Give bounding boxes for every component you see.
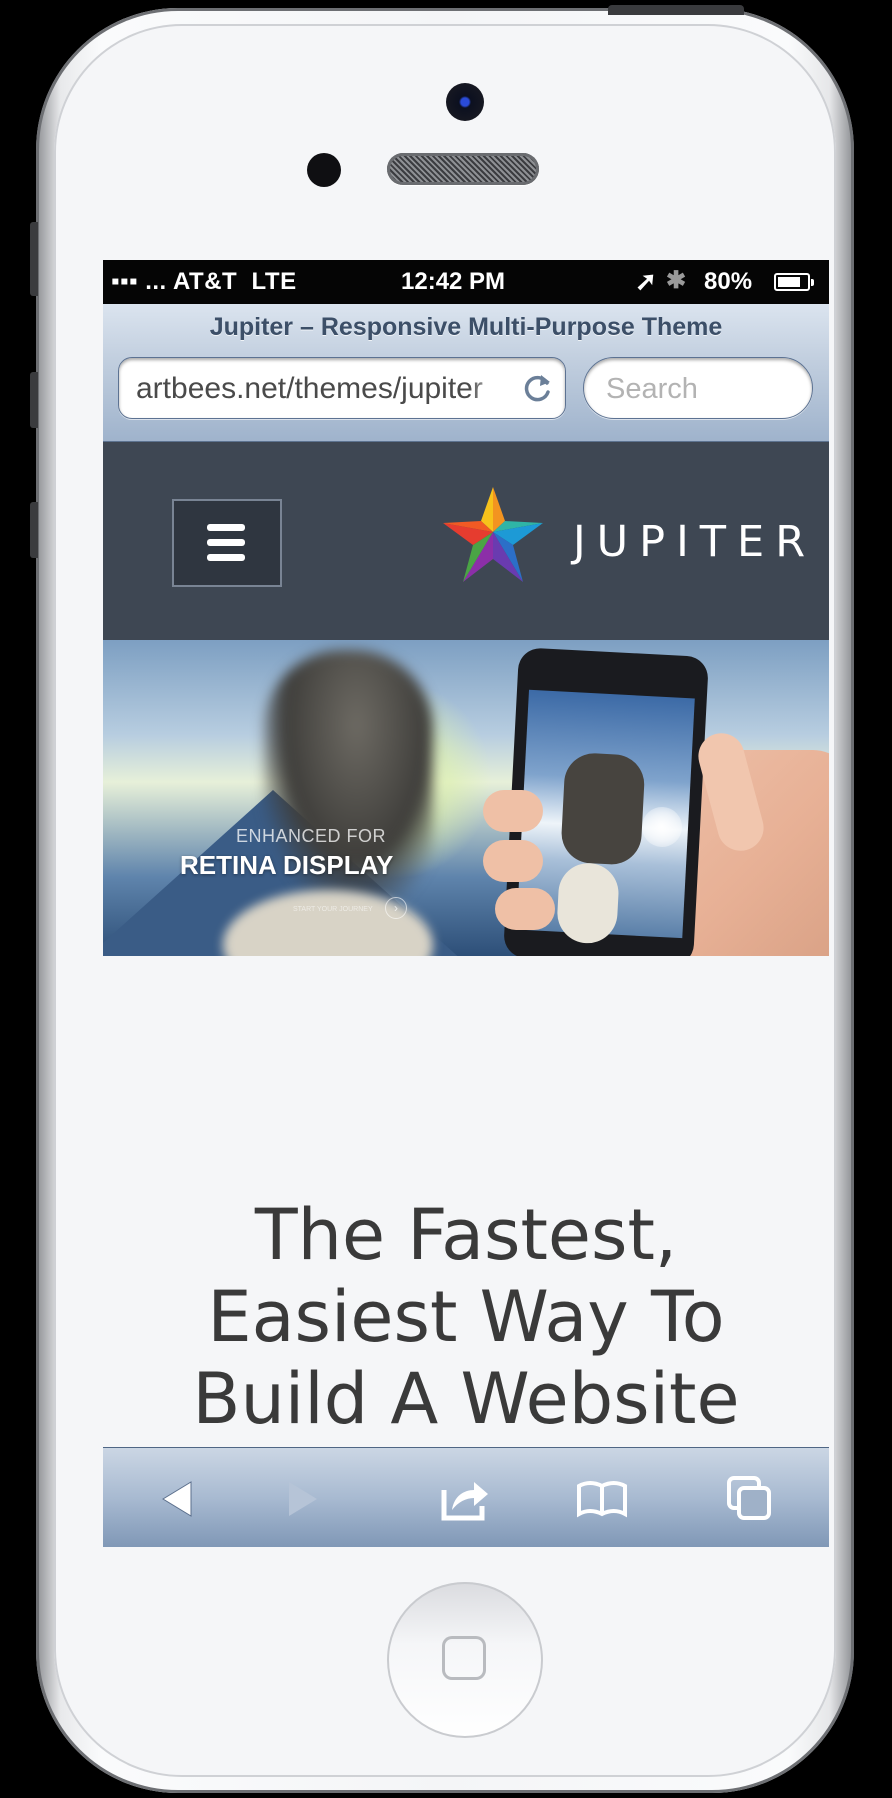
- headline-line-1: The Fastest,: [254, 1194, 678, 1276]
- jupiter-star-logo-icon[interactable]: [443, 487, 543, 582]
- back-icon[interactable]: [151, 1472, 205, 1526]
- hero-mini-snowboard: [555, 861, 620, 945]
- search-placeholder: Search: [606, 373, 698, 405]
- carrier-info: ▪▪▪ ... AT&T LTE: [111, 268, 297, 296]
- battery-icon: [774, 273, 814, 291]
- share-icon[interactable]: [438, 1472, 492, 1526]
- battery-fill: [778, 277, 801, 287]
- page-title: Jupiter – Responsive Multi-Purpose Theme: [209, 313, 723, 341]
- logo-text[interactable]: JUPITER: [573, 517, 816, 567]
- earpiece-speaker: [387, 153, 539, 185]
- mute-switch: [30, 222, 38, 296]
- bookmarks-icon[interactable]: [575, 1472, 629, 1526]
- url-field[interactable]: artbees.net/themes/jupiter: [118, 357, 566, 419]
- screen: ▪▪▪ ... AT&T LTE 12:42 PM ➚ ✱ 80% Jupite…: [103, 260, 829, 1547]
- chevron-right-icon[interactable]: ›: [385, 897, 407, 919]
- browser-toolbar: [103, 1447, 829, 1547]
- url-text: artbees.net/themes/jupiter: [136, 372, 483, 405]
- clock: 12:42 PM: [401, 268, 506, 295]
- signal-icon: ▪▪▪ ...: [111, 268, 173, 295]
- carrier-name: AT&T: [172, 268, 238, 295]
- proximity-sensor: [307, 153, 341, 187]
- hamburger-icon-bar: [207, 539, 245, 546]
- hero-mini-snowboarder: [560, 751, 646, 866]
- front-camera: [446, 83, 484, 121]
- hero-banner[interactable]: ENHANCED FOR RETINA DISPLAY START YOUR J…: [103, 640, 829, 956]
- home-button[interactable]: [387, 1582, 543, 1738]
- hero-finger: [483, 840, 543, 882]
- home-button-icon: [442, 1636, 486, 1680]
- site-header: JUPITER: [103, 442, 829, 640]
- hero-title: RETINA DISPLAY: [180, 850, 394, 880]
- headline-line-2: Easiest Way To: [207, 1276, 725, 1358]
- search-input[interactable]: Search: [583, 357, 813, 419]
- hero-kicker: ENHANCED FOR: [236, 826, 387, 846]
- network-type: LTE: [251, 268, 297, 295]
- hamburger-icon: [207, 524, 245, 531]
- bluetooth-icon: ✱: [666, 267, 687, 294]
- hamburger-icon-bar: [207, 554, 245, 561]
- battery-percentage: 80%: [704, 268, 753, 295]
- hero-finger: [495, 888, 555, 930]
- reload-icon[interactable]: [521, 371, 555, 405]
- volume-down-button: [30, 502, 38, 558]
- hero-mini-sun: [641, 805, 684, 848]
- forward-icon[interactable]: [275, 1472, 329, 1526]
- tabs-icon[interactable]: [723, 1472, 777, 1526]
- hero-finger: [483, 790, 543, 832]
- hamburger-menu-button[interactable]: [172, 499, 282, 587]
- hero-cta-link[interactable]: START YOUR JOURNEY: [293, 902, 393, 918]
- status-bar: ▪▪▪ ... AT&T LTE 12:42 PM ➚ ✱ 80%: [103, 260, 829, 304]
- headline-line-3: Build A Website: [192, 1358, 740, 1440]
- volume-up-button: [30, 372, 38, 428]
- location-icon: ➚: [635, 266, 657, 296]
- power-button: [608, 5, 744, 15]
- browser-address-bar: Jupiter – Responsive Multi-Purpose Theme…: [103, 304, 829, 442]
